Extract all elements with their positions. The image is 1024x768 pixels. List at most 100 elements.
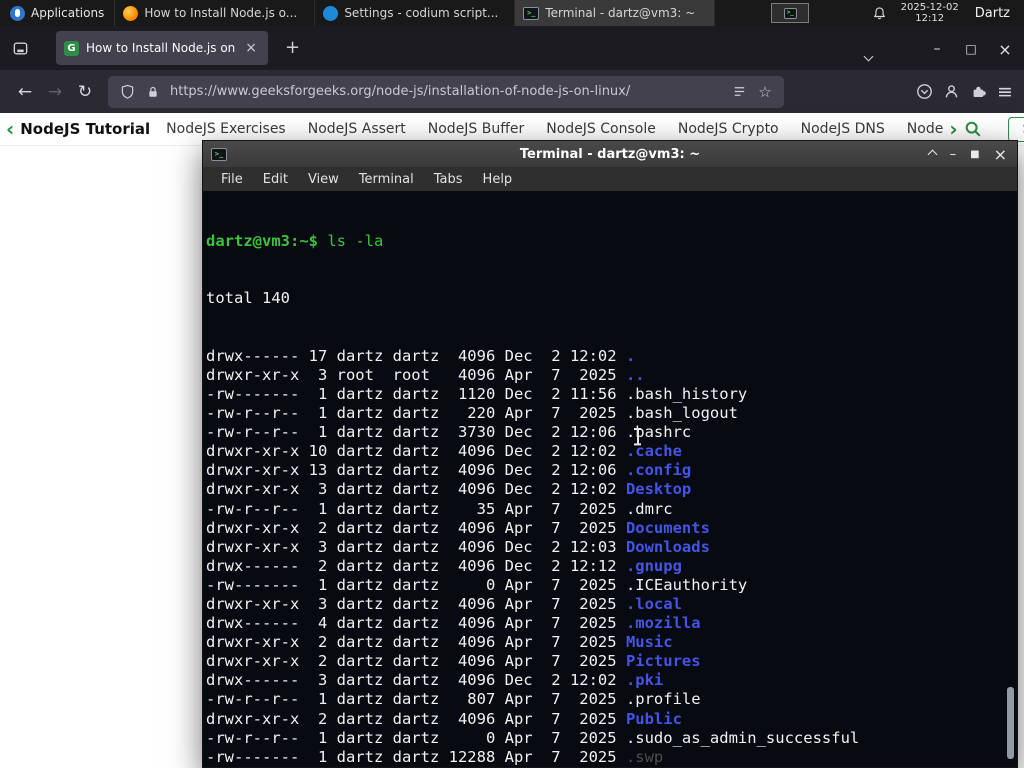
workspace-terminal-icon: >_ — [783, 7, 797, 19]
directory-name: Pictures — [625, 652, 701, 671]
menu-help[interactable]: Help — [473, 170, 523, 189]
nav-scroll-left-icon[interactable]: ‹ — [0, 119, 20, 139]
gfg-nav-links: NodeJS Exercises NodeJS Assert NodeJS Bu… — [166, 121, 943, 137]
file-attributes: drwxr-xr-x 2 dartz dartz 4096 Apr 7 2025 — [206, 633, 626, 652]
gfg-nav-link[interactable]: NodeJS Buffer — [428, 121, 525, 137]
panel-clock[interactable]: 2025-12-02 12:12 — [901, 2, 959, 24]
menu-edit[interactable]: Edit — [253, 170, 298, 189]
gfg-nav-link[interactable]: Node — [907, 121, 944, 137]
back-button[interactable]: ← — [10, 77, 40, 107]
directory-name: .pki — [625, 671, 664, 690]
reload-button[interactable]: ↻ — [70, 77, 100, 107]
file-name: .ICEauthority — [625, 575, 748, 594]
directory-name: .mozilla — [625, 614, 701, 633]
tracking-shield-icon[interactable] — [118, 83, 136, 101]
file-name: .profile — [625, 690, 701, 709]
vscodium-icon — [323, 5, 339, 21]
account-icon[interactable] — [942, 83, 960, 101]
notifications-bell-icon[interactable] — [872, 6, 887, 21]
browser-tab[interactable]: G How to Install Node.js on × — [56, 31, 268, 65]
nav-scroll-right-icon[interactable]: › — [943, 119, 963, 139]
extensions-puzzle-icon[interactable] — [969, 83, 987, 101]
directory-name: .. — [625, 365, 645, 384]
terminal-listing-row: drwxr-xr-x 3 dartz dartz 4096 Dec 2 12:0… — [206, 480, 1017, 499]
terminal-output[interactable]: dartz@vm3:~$ ls -la total 140 drwx------… — [203, 191, 1017, 767]
terminal-scrollbar-thumb[interactable] — [1007, 687, 1014, 759]
gfg-nav-link[interactable]: NodeJS Console — [546, 121, 656, 137]
gfg-brand-link[interactable]: NodeJS Tutorial — [20, 120, 150, 138]
file-name: .sudo_as_admin_successful — [625, 728, 860, 747]
mouse-text-cursor — [633, 428, 642, 445]
pocket-icon[interactable] — [915, 83, 933, 101]
workspace-switcher[interactable]: >_ — [771, 3, 810, 23]
terminal-icon: >_ — [523, 6, 540, 20]
gfg-nav-link[interactable]: NodeJS Assert — [308, 121, 406, 137]
terminal-listing-row: -rw------- 1 dartz dartz 0 Apr 7 2025 .I… — [206, 576, 1017, 595]
taskbar-button-firefox[interactable]: How to Install Node.js o... — [115, 0, 316, 26]
gfg-nav-link[interactable]: NodeJS Exercises — [166, 121, 286, 137]
file-name: .bash_logout — [625, 404, 738, 423]
file-attributes: drwx------ 17 dartz dartz 4096 Dec 2 12:… — [206, 346, 626, 365]
directory-name: Desktop — [625, 480, 692, 499]
menu-view[interactable]: View — [298, 170, 349, 189]
browser-close-button[interactable]: × — [990, 37, 1020, 61]
file-attributes: drwxr-xr-x 2 dartz dartz 4096 Apr 7 2025 — [206, 652, 626, 671]
menu-tabs[interactable]: Tabs — [424, 170, 473, 189]
url-text: https://www.geeksforgeeks.org/node-js/in… — [170, 84, 631, 99]
desktop: Applications How to Install Node.js o...… — [0, 0, 1024, 768]
directory-name: Public — [625, 709, 682, 728]
file-attributes: drwx------ 3 dartz dartz 4096 Dec 2 12:0… — [206, 671, 626, 690]
terminal-close-button[interactable]: × — [994, 145, 1007, 164]
terminal-listing-row: -rw-r--r-- 1 dartz dartz 0 Apr 7 2025 .s… — [206, 729, 1017, 748]
gfg-nav-link[interactable]: NodeJS Crypto — [678, 121, 779, 137]
panel-tray: 2025-12-02 12:12 Dartz — [872, 0, 1024, 26]
user-menu[interactable]: Dartz — [975, 6, 1010, 21]
terminal-shade-icon[interactable] — [927, 149, 938, 159]
terminal-prompt-line: dartz@vm3:~$ ls -la — [206, 232, 1017, 251]
taskbar-title: Settings - codium script... — [344, 6, 499, 20]
terminal-maximize-button[interactable]: ■ — [970, 149, 979, 160]
terminal-window-controls: – ■ × — [927, 145, 1017, 164]
firefox-icon — [123, 5, 139, 21]
tab-close-icon[interactable]: × — [242, 39, 260, 57]
new-tab-button[interactable]: + — [278, 38, 307, 58]
file-attributes: drwxr-xr-x 3 dartz dartz 4096 Dec 2 12:0… — [206, 537, 626, 556]
terminal-listing-row: drwx------ 3 dartz dartz 4096 Dec 2 12:0… — [206, 671, 1017, 690]
file-attributes: -rw-r--r-- 1 dartz dartz 807 Apr 7 2025 — [206, 690, 626, 709]
terminal-listing-row: -rw-r--r-- 1 dartz dartz 3730 Dec 2 12:0… — [206, 423, 1017, 442]
menu-file[interactable]: File — [211, 170, 253, 189]
terminal-minimize-button[interactable]: – — [950, 147, 957, 162]
directory-name: .config — [625, 461, 692, 480]
gfg-nav-link[interactable]: NodeJS DNS — [801, 121, 885, 137]
taskbar-button-vscodium[interactable]: Settings - codium script... — [315, 0, 516, 26]
directory-name: Downloads — [625, 537, 710, 556]
list-all-tabs-icon[interactable] — [863, 45, 874, 64]
terminal-listing-row: -rw-r--r-- 1 dartz dartz 35 Apr 7 2025 .… — [206, 500, 1017, 519]
lock-icon[interactable] — [144, 83, 162, 101]
taskbar-title: How to Install Node.js o... — [144, 6, 298, 20]
browser-restore-button[interactable]: □ — [956, 37, 986, 61]
hamburger-menu-icon[interactable]: ≡ — [996, 81, 1014, 103]
clock-date: 2025-12-02 — [900, 2, 959, 13]
url-bar[interactable]: https://www.geeksforgeeks.org/node-js/in… — [108, 75, 784, 108]
tab-favicon: G — [64, 40, 79, 56]
sign-in-button[interactable]: Sign In — [1007, 116, 1024, 142]
forward-button[interactable]: → — [40, 77, 70, 107]
applications-icon — [10, 5, 25, 21]
terminal-title-bar[interactable]: >_ Terminal - dartz@vm3: ~ – ■ × — [203, 141, 1017, 167]
directory-name: .gnupg — [625, 556, 682, 575]
browser-minimize-button[interactable]: – — [922, 37, 952, 61]
file-attributes: -rw------- 1 dartz dartz 12288 Apr 7 202… — [206, 747, 626, 766]
applications-menu-button[interactable]: Applications — [0, 0, 114, 26]
bookmark-star-icon[interactable]: ☆ — [756, 83, 774, 101]
file-attributes: drwxr-xr-x 10 dartz dartz 4096 Dec 2 12:… — [206, 442, 626, 461]
reader-view-icon[interactable] — [730, 83, 748, 101]
terminal-listing-row: drwxr-xr-x 2 dartz dartz 4096 Apr 7 2025… — [206, 519, 1017, 538]
browser-tab-bar: G How to Install Node.js on × + – □ × — [0, 26, 1024, 70]
file-attributes: -rw------- 1 dartz dartz 1120 Dec 2 11:5… — [206, 384, 626, 403]
taskbar-button-terminal[interactable]: >_ Terminal - dartz@vm3: ~ — [515, 0, 716, 26]
directory-name: Music — [625, 633, 673, 652]
menu-terminal[interactable]: Terminal — [349, 170, 424, 189]
search-icon[interactable] — [964, 120, 982, 138]
firefox-view-icon[interactable] — [12, 40, 29, 57]
